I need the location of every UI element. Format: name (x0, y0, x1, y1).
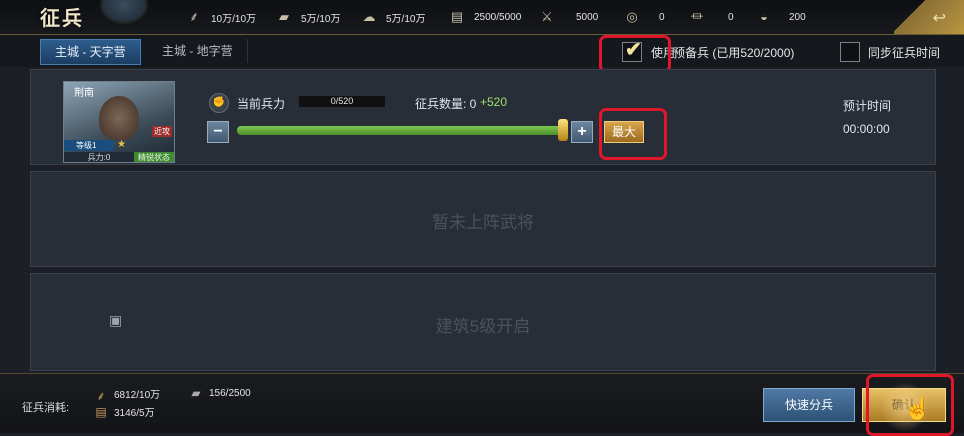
cost-iron: ▰ 156/2500 (187, 386, 250, 400)
page-title: 征兵 (40, 6, 84, 30)
recruit-slider-fill (237, 126, 563, 135)
resource-stone: ☁ 5万/10万 (360, 9, 426, 25)
reserve-info: 预备兵 (已用520/2000) (673, 46, 795, 60)
current-troops-label: 当前兵力 (237, 97, 286, 111)
wood-icon: ⸙ (96, 388, 106, 403)
general-type-badge: 近攻 (152, 126, 172, 137)
coin-icon: ◎ (626, 9, 638, 24)
decree-icon: ⚔ (541, 9, 553, 24)
resource-grain: ▤ 2500/5000 (448, 9, 521, 25)
resource-decree: ⚔ 5000 (538, 9, 598, 25)
gold-ingot-icon: ⏛ (690, 9, 704, 24)
highlight-box (599, 35, 671, 73)
tab-tianzi-camp[interactable]: 主城 - 天字营 (40, 39, 141, 65)
resource-wood: ⸙ 10万/10万 (185, 9, 256, 25)
cost-grain: ▤ 3146/5万 (92, 404, 154, 420)
empty-slot: 暂未上阵武将 (30, 171, 936, 267)
locked-slot-text: 建筑5级开启 (435, 317, 531, 336)
grain-icon: ▤ (450, 9, 464, 24)
back-button[interactable]: ↩ (894, 0, 964, 34)
general-level: 等级1 (64, 140, 114, 151)
current-troops-bar: 0/520 (299, 96, 385, 107)
highlight-box (599, 108, 667, 160)
resource-gold: ⏛ 0 (688, 9, 733, 25)
quick-split-button[interactable]: 快速分兵 (763, 388, 855, 422)
recruit-slider[interactable] (237, 126, 563, 135)
est-time-label: 预计时间 (843, 99, 892, 113)
increase-button[interactable]: + (571, 121, 593, 143)
cost-wood: ⸙ 6812/10万 (92, 386, 160, 403)
emblem-icon (100, 0, 148, 24)
resource-jade: ◒ 200 (755, 9, 806, 25)
tab-dizi-camp[interactable]: 主城 - 地字营 (148, 39, 248, 63)
camp-tabs: 主城 - 天字营 主城 - 地字营 ✔ 使用 预备兵 (已用520/2000) … (0, 35, 964, 73)
sync-time-checkbox[interactable] (840, 42, 860, 62)
recruit-slider-thumb[interactable] (558, 119, 568, 141)
recruit-count-add: +520 (480, 95, 508, 109)
general-avatar (99, 96, 139, 140)
resource-iron: ▰ 5万/10万 (275, 9, 340, 25)
est-time-value: 00:00:00 (843, 122, 890, 136)
recruit-count-label: 征兵数量: 0 (415, 97, 477, 111)
footer-bar: 征兵消耗: ⸙ 6812/10万 ▰ 156/2500 ▤ 3146/5万 快速… (0, 373, 964, 436)
sync-time-label: 同步征兵时间 (868, 46, 941, 60)
wood-icon: ⸙ (189, 9, 199, 24)
iron-icon: ▰ (191, 386, 201, 400)
star-icon: ★ (117, 139, 126, 150)
general-troops: 兵力:0 (64, 152, 134, 162)
highlight-box (866, 374, 954, 436)
general-name: 荆南 (74, 88, 94, 99)
top-bar: 征兵 ⸙ 10万/10万 ▰ 5万/10万 ☁ 5万/10万 ▤ 2500/50… (0, 0, 964, 35)
general-slot: 荆南 近攻 等级1 ★ 兵力:0 精锐状态 ✊ 当前兵力 0/520 征兵数量:… (30, 69, 936, 165)
general-portrait[interactable]: 荆南 近攻 等级1 ★ 兵力:0 精锐状态 (63, 81, 175, 163)
resource-coin: ◎ 0 (623, 9, 664, 25)
decrease-button[interactable]: − (207, 121, 229, 143)
jade-icon: ◒ (760, 9, 768, 24)
stone-icon: ☁ (362, 9, 376, 24)
general-state-badge: 精锐状态 (134, 152, 174, 162)
fist-icon: ✊ (209, 93, 229, 113)
back-arrow-icon: ↩ (932, 10, 946, 27)
grain-icon: ▤ (95, 404, 107, 419)
empty-slot-text: 暂未上阵武将 (432, 213, 534, 232)
locked-slot: ▣ 建筑5级开启 (30, 273, 936, 371)
iron-icon: ▰ (279, 9, 289, 24)
cost-label: 征兵消耗: (22, 402, 70, 414)
